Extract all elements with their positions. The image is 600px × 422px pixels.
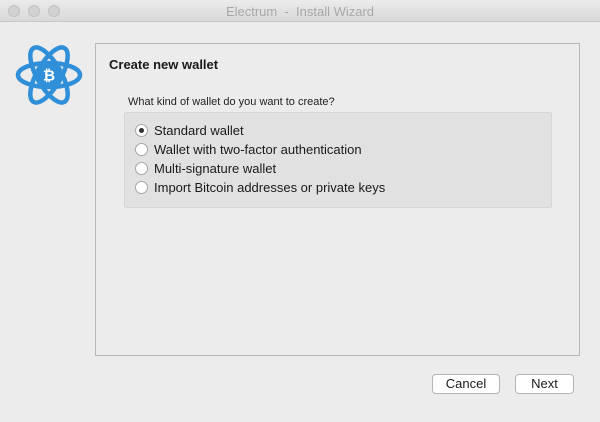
wallet-type-question: What kind of wallet do you want to creat… [128, 96, 335, 108]
radio-button-selected[interactable] [135, 123, 148, 137]
next-button[interactable]: Next [515, 374, 574, 394]
cancel-button[interactable]: Cancel [432, 374, 500, 394]
radio-option-label: Wallet with two-factor authentication [154, 141, 362, 157]
svg-text:₿: ₿ [43, 67, 55, 85]
title-bar[interactable]: Electrum - Install Wizard [0, 0, 600, 22]
radio-option-standard-wallet[interactable]: Standard wallet [135, 121, 244, 139]
radio-button[interactable] [135, 161, 148, 175]
radio-option-import-addresses[interactable]: Import Bitcoin addresses or private keys [135, 178, 385, 196]
radio-option-two-factor-wallet[interactable]: Wallet with two-factor authentication [135, 140, 362, 158]
wizard-content-panel: Create new wallet What kind of wallet do… [95, 43, 580, 356]
radio-option-label: Standard wallet [154, 122, 244, 138]
electrum-logo-icon: ₿ [15, 45, 83, 105]
radio-button[interactable] [135, 142, 148, 156]
radio-option-label: Import Bitcoin addresses or private keys [154, 179, 386, 195]
radio-option-label: Multi-signature wallet [154, 160, 277, 176]
wallet-type-radio-group: Standard wallet Wallet with two-factor a… [124, 112, 552, 208]
window-title: Electrum - Install Wizard [225, 4, 375, 19]
radio-option-multisig-wallet[interactable]: Multi-signature wallet [135, 159, 276, 177]
install-wizard-window: Electrum - Install Wizard ₿ Create new w… [0, 0, 600, 422]
page-title: Create new wallet [109, 57, 219, 72]
radio-button[interactable] [135, 180, 148, 194]
